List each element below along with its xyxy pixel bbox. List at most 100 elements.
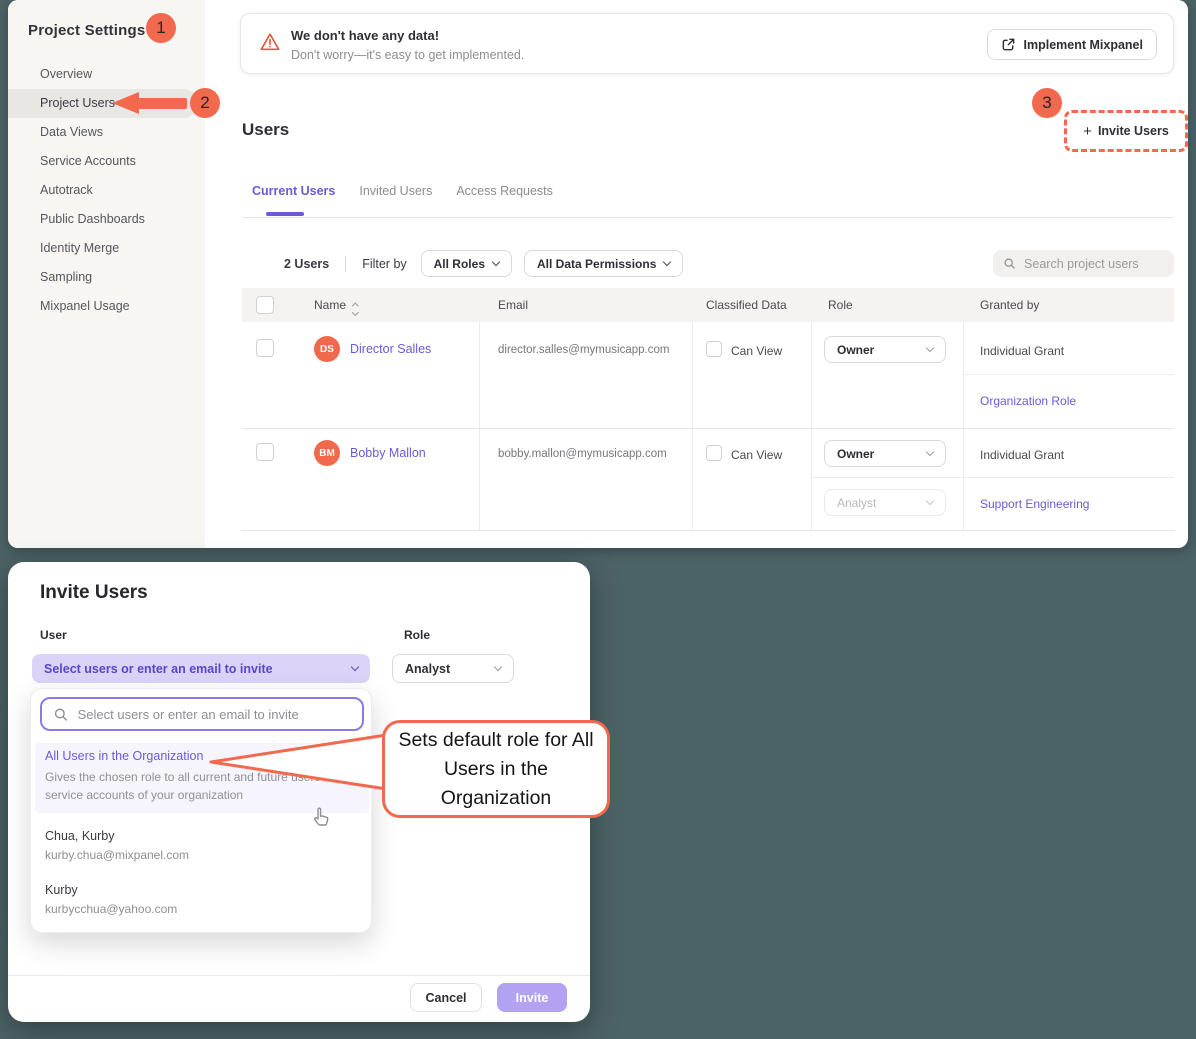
column-divider	[692, 322, 693, 530]
sidebar-item-service-accounts[interactable]: Service Accounts	[8, 147, 205, 176]
sort-icon[interactable]	[353, 304, 358, 315]
can-view-label: Can View	[731, 344, 782, 358]
role-select[interactable]: Owner	[824, 336, 946, 363]
column-divider	[811, 322, 812, 530]
role-select-disabled: Analyst	[824, 489, 946, 516]
callout-bubble: Sets default role for All Users in the O…	[382, 720, 610, 818]
annotation-arrow-icon	[112, 92, 139, 114]
filter-row: 2 Users Filter by All Roles All Data Per…	[284, 250, 695, 277]
plus-icon: +	[1083, 124, 1092, 139]
user-email: director.salles@mymusicapp.com	[498, 344, 669, 356]
user-name-link[interactable]: Bobby Mallon	[350, 446, 426, 460]
user-count: 2 Users	[284, 257, 329, 271]
column-header-granted: Granted by	[980, 298, 1039, 312]
invite-users-label: Invite Users	[1098, 124, 1169, 138]
column-divider	[479, 322, 480, 530]
role-field-label: Role	[404, 628, 430, 642]
can-view-checkbox[interactable]	[706, 445, 722, 461]
cancel-button[interactable]: Cancel	[410, 983, 482, 1012]
user-field-label: User	[40, 628, 67, 642]
can-view-label: Can View	[731, 448, 782, 462]
select-all-checkbox[interactable]	[256, 296, 274, 314]
sidebar-title: Project Settings	[28, 22, 145, 39]
avatar: BM	[314, 440, 340, 466]
invite-button[interactable]: Invite	[497, 983, 567, 1012]
grant-divider	[811, 477, 1174, 478]
annotation-step-2: 2	[190, 88, 220, 118]
hand-cursor-icon	[309, 805, 333, 829]
role-select[interactable]: Analyst	[392, 654, 514, 683]
tab-invited-users[interactable]: Invited Users	[359, 184, 432, 198]
invite-users-button[interactable]: + Invite Users	[1064, 110, 1188, 152]
user-select[interactable]: Select users or enter an email to invite	[32, 654, 370, 683]
user-email: bobby.mallon@mymusicapp.com	[498, 448, 667, 460]
user-name-link[interactable]: Director Salles	[350, 342, 431, 356]
sidebar-item-identity-merge[interactable]: Identity Merge	[8, 234, 205, 263]
search-input[interactable]	[1024, 257, 1164, 271]
banner-subtitle: Don't worry—it's easy to get implemented…	[291, 48, 524, 62]
chevron-down-icon	[663, 258, 671, 266]
all-roles-filter[interactable]: All Roles	[421, 250, 512, 277]
column-divider	[963, 322, 964, 530]
sidebar-item-data-views[interactable]: Data Views	[8, 118, 205, 147]
sidebar-item-autotrack[interactable]: Autotrack	[8, 176, 205, 205]
chevron-down-icon	[351, 663, 359, 671]
project-users-search[interactable]	[993, 250, 1174, 277]
users-heading: Users	[242, 120, 289, 140]
chevron-down-icon	[926, 448, 934, 456]
granted-by-link[interactable]: Organization Role	[980, 394, 1076, 408]
table-bottom-border	[242, 530, 1174, 531]
tabs-divider	[242, 217, 1174, 218]
filter-by-label: Filter by	[362, 257, 406, 271]
tab-access-requests[interactable]: Access Requests	[456, 184, 553, 198]
chevron-down-icon	[926, 497, 934, 505]
column-header-role: Role	[828, 298, 853, 312]
tab-current-users[interactable]: Current Users	[252, 184, 335, 198]
avatar: DS	[314, 336, 340, 362]
row-checkbox[interactable]	[256, 339, 274, 357]
granted-by-link[interactable]: Support Engineering	[980, 497, 1089, 511]
column-header-email: Email	[498, 298, 528, 312]
all-data-permissions-filter[interactable]: All Data Permissions	[524, 250, 683, 277]
annotation-step-3: 3	[1032, 88, 1062, 118]
dropdown-search-input[interactable]	[78, 707, 351, 722]
banner-title: We don't have any data!	[291, 28, 439, 43]
role-select[interactable]: Owner	[824, 440, 946, 467]
chevron-down-icon	[926, 344, 934, 352]
sidebar-item-mixpanel-usage[interactable]: Mixpanel Usage	[8, 292, 205, 321]
option-kurby[interactable]: Kurby	[45, 883, 78, 897]
search-icon	[53, 706, 69, 723]
option-kurby-email: kurbycchua@yahoo.com	[45, 902, 177, 916]
settings-sidebar: Project Settings Overview Project Users …	[8, 0, 205, 548]
table-header: Name Email Classified Data Role Granted …	[242, 288, 1174, 322]
option-all-users[interactable]: All Users in the Organization	[45, 749, 203, 763]
option-chua-kurby[interactable]: Chua, Kurby	[45, 829, 114, 843]
row-checkbox[interactable]	[256, 443, 274, 461]
modal-footer-divider	[8, 975, 590, 976]
row-divider	[242, 428, 1174, 429]
annotation-arrow-tail	[136, 98, 187, 109]
chevron-down-icon	[494, 663, 502, 671]
project-settings-card: Project Settings Overview Project Users …	[8, 0, 1188, 548]
active-tab-indicator	[266, 212, 304, 216]
external-link-icon	[1001, 37, 1016, 52]
can-view-checkbox[interactable]	[706, 341, 722, 357]
implement-mixpanel-button[interactable]: Implement Mixpanel	[987, 29, 1157, 60]
granted-by-value: Individual Grant	[980, 344, 1064, 358]
no-data-banner: We don't have any data! Don't worry—it's…	[240, 13, 1174, 74]
callout-tail	[205, 722, 395, 802]
search-icon	[1003, 256, 1016, 271]
warning-triangle-icon	[259, 31, 281, 53]
option-chua-kurby-email: kurby.chua@mixpanel.com	[45, 848, 189, 862]
implement-mixpanel-label: Implement Mixpanel	[1024, 38, 1143, 52]
chevron-down-icon	[492, 258, 500, 266]
grant-divider	[963, 374, 1174, 375]
vertical-divider	[345, 256, 346, 272]
column-header-classified: Classified Data	[706, 298, 787, 312]
sidebar-item-public-dashboards[interactable]: Public Dashboards	[8, 205, 205, 234]
column-header-name[interactable]: Name	[314, 298, 358, 315]
modal-title: Invite Users	[40, 582, 148, 604]
sidebar-item-sampling[interactable]: Sampling	[8, 263, 205, 292]
sidebar-item-overview[interactable]: Overview	[8, 60, 205, 89]
screenshot-root: Project Settings Overview Project Users …	[0, 0, 1196, 1039]
